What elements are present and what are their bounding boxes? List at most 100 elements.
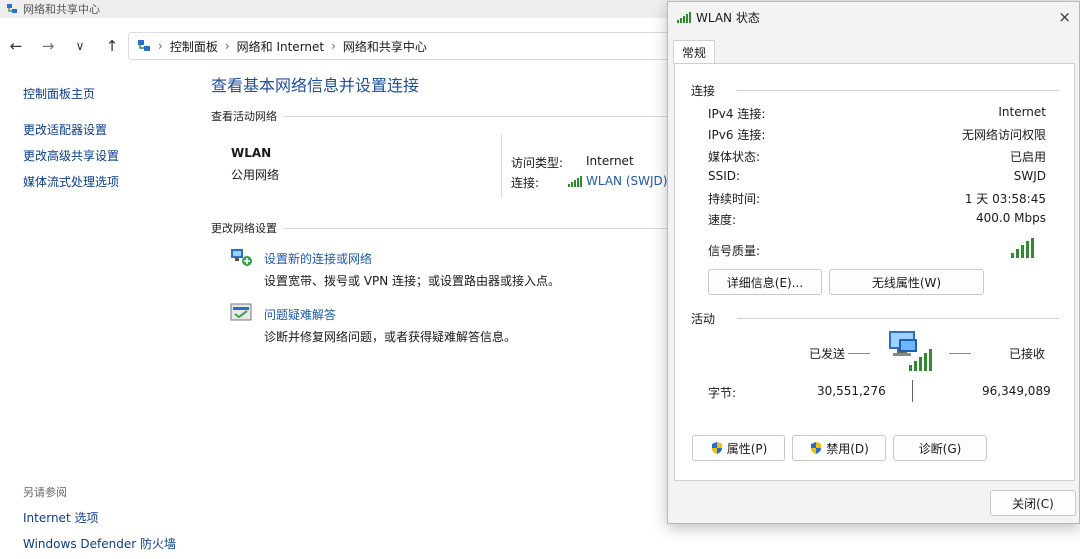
disable-button-label[interactable]: 禁用(D)	[826, 440, 869, 457]
change-advanced-sharing-link[interactable]: 更改高级共享设置	[23, 147, 198, 164]
troubleshoot-link[interactable]: 问题疑难解答	[264, 306, 336, 323]
properties-button[interactable]: 属性(P)	[692, 435, 785, 461]
details-button[interactable]: 详细信息(E)...	[708, 269, 822, 295]
close-icon[interactable]: ×	[1058, 8, 1071, 26]
window-title: 网络和共享中心	[23, 3, 100, 16]
uac-shield-icon	[711, 442, 722, 454]
diagnose-button[interactable]: 诊断(G)	[893, 435, 987, 461]
chevron-right-icon: ›	[224, 39, 230, 53]
row-label: 速度:	[708, 213, 737, 227]
access-type-label: 访问类型:	[511, 156, 564, 170]
bytes-label: 字节:	[708, 386, 737, 400]
row-label: IPv6 连接:	[708, 128, 766, 142]
main-content: 查看基本网络信息并设置连接 查看活动网络 WLAN 公用网络 访问类型: Int…	[211, 72, 681, 356]
uac-shield-icon	[811, 442, 822, 454]
signal-quality-row: 信号质量:	[708, 234, 1046, 259]
media-streaming-options-link[interactable]: 媒体流式处理选项	[23, 173, 198, 190]
new-connection-icon	[231, 249, 252, 266]
row-value: SWJD	[1013, 169, 1046, 183]
see-also-header: 另请参阅	[23, 486, 67, 499]
left-pane: 控制面板主页 更改适配器设置 更改高级共享设置 媒体流式处理选项	[23, 85, 198, 199]
activity-group-header: 活动	[691, 310, 1059, 327]
network-activity-icon	[889, 331, 932, 371]
row-value: 1 天 03:58:45	[964, 192, 1046, 206]
network-type-link: 公用网络	[231, 168, 280, 182]
history-dropdown-button[interactable]: ∨	[64, 39, 96, 53]
see-also-section: 另请参阅 Internet 选项 Windows Defender 防火墙	[23, 484, 176, 559]
row-value: 无网络访问权限	[961, 128, 1046, 142]
divider	[737, 90, 1059, 91]
media-state-row: 媒体状态: 已启用	[708, 148, 1046, 165]
firewall-link[interactable]: Windows Defender 防火墙	[23, 535, 176, 552]
chevron-right-icon: ›	[331, 39, 336, 53]
network-center-icon	[138, 40, 150, 51]
wlan-connection-label[interactable]: WLAN (SWJD)	[586, 174, 667, 188]
section-header-label: 查看活动网络	[211, 110, 277, 123]
ssid-row: SSID: SWJD	[708, 169, 1046, 183]
connection-label: 连接:	[511, 176, 540, 190]
breadcrumb-network-internet[interactable]: 网络和 Internet	[237, 38, 324, 55]
dialog-body: 连接 IPv4 连接: Internet IPv6 连接: 无网络访问权限 媒体状态…	[674, 63, 1075, 481]
change-settings-header: 更改网络设置	[211, 220, 681, 236]
chevron-right-icon: ›	[158, 39, 163, 53]
sent-label: 已发送	[809, 347, 846, 361]
row-label: SSID:	[708, 169, 741, 183]
dialog-titlebar: WLAN 状态 ×	[668, 2, 1079, 32]
troubleshoot-desc: 诊断并修复网络问题，或者获得疑难解答信息。	[264, 330, 517, 344]
properties-button-label[interactable]: 属性(P)	[727, 440, 768, 457]
internet-options-link[interactable]: Internet 选项	[23, 509, 176, 526]
wlan-connection-link[interactable]: WLAN (SWJD)	[567, 174, 667, 188]
access-type-value: Internet	[586, 154, 634, 168]
disable-button[interactable]: 禁用(D)	[792, 435, 886, 461]
task-setup-connection: 设置新的连接或网络 设置宽带、拨号或 VPN 连接；或设置路由器或接入点。	[211, 244, 681, 300]
wifi-signal-icon	[677, 12, 691, 23]
divider	[737, 318, 1059, 319]
ipv4-row: IPv4 连接: Internet	[708, 105, 1046, 122]
address-bar[interactable]: › 控制面板 › 网络和 Internet › 网络和共享中心	[128, 32, 728, 60]
row-label: IPv4 连接:	[708, 107, 766, 121]
back-button[interactable]: ←	[0, 37, 32, 55]
wlan-status-dialog: WLAN 状态 × 常规 连接 IPv4 连接: Internet IPv6 连接…	[667, 1, 1080, 524]
received-label: 已接收	[1009, 347, 1046, 361]
breadcrumb-network-center[interactable]: 网络和共享中心	[343, 38, 427, 55]
bytes-sent-value: 30,551,276	[817, 384, 886, 398]
duration-row: 持续时间: 1 天 03:58:45	[708, 190, 1046, 207]
group-header-label: 活动	[691, 312, 716, 326]
network-center-icon	[7, 4, 17, 13]
row-value: Internet	[998, 105, 1046, 119]
change-adapter-settings-link[interactable]: 更改适配器设置	[23, 121, 198, 138]
divider	[848, 353, 870, 354]
dialog-title: WLAN 状态	[696, 10, 760, 25]
up-button[interactable]: ↑	[96, 37, 128, 55]
wifi-signal-icon	[568, 176, 582, 187]
setup-new-connection-desc: 设置宽带、拨号或 VPN 连接；或设置路由器或接入点。	[264, 274, 561, 288]
setup-new-connection-link[interactable]: 设置新的连接或网络	[264, 250, 372, 267]
row-label: 信号质量:	[708, 244, 761, 258]
section-header-label: 更改网络设置	[211, 222, 277, 235]
connection-group-header: 连接	[691, 82, 1059, 99]
ipv6-row: IPv6 连接: 无网络访问权限	[708, 126, 1046, 143]
divider	[283, 115, 681, 117]
bytes-received-value: 96,349,089	[982, 384, 1051, 398]
task-troubleshoot: 问题疑难解答 诊断并修复网络问题，或者获得疑难解答信息。	[211, 300, 681, 356]
control-panel-home-link[interactable]: 控制面板主页	[23, 85, 198, 102]
breadcrumb-control-panel[interactable]: 控制面板	[170, 38, 218, 55]
row-value: 已启用	[1009, 150, 1046, 164]
troubleshoot-icon	[230, 303, 252, 321]
row-label: 持续时间:	[708, 192, 761, 206]
divider	[949, 353, 971, 354]
speed-row: 速度: 400.0 Mbps	[708, 211, 1046, 228]
divider	[912, 380, 913, 402]
row-label: 媒体状态:	[708, 150, 761, 164]
divider	[283, 227, 681, 229]
active-networks-header: 查看活动网络	[211, 108, 681, 124]
forward-button[interactable]: →	[32, 37, 64, 55]
wireless-properties-button[interactable]: 无线属性(W)	[829, 269, 984, 295]
row-value: 400.0 Mbps	[975, 211, 1046, 225]
tab-general[interactable]: 常规	[673, 40, 716, 64]
close-button[interactable]: 关闭(C)	[990, 490, 1076, 516]
signal-strength-icon	[1011, 238, 1034, 258]
divider	[501, 134, 502, 198]
group-header-label: 连接	[691, 84, 716, 98]
network-name: WLAN	[231, 146, 272, 160]
